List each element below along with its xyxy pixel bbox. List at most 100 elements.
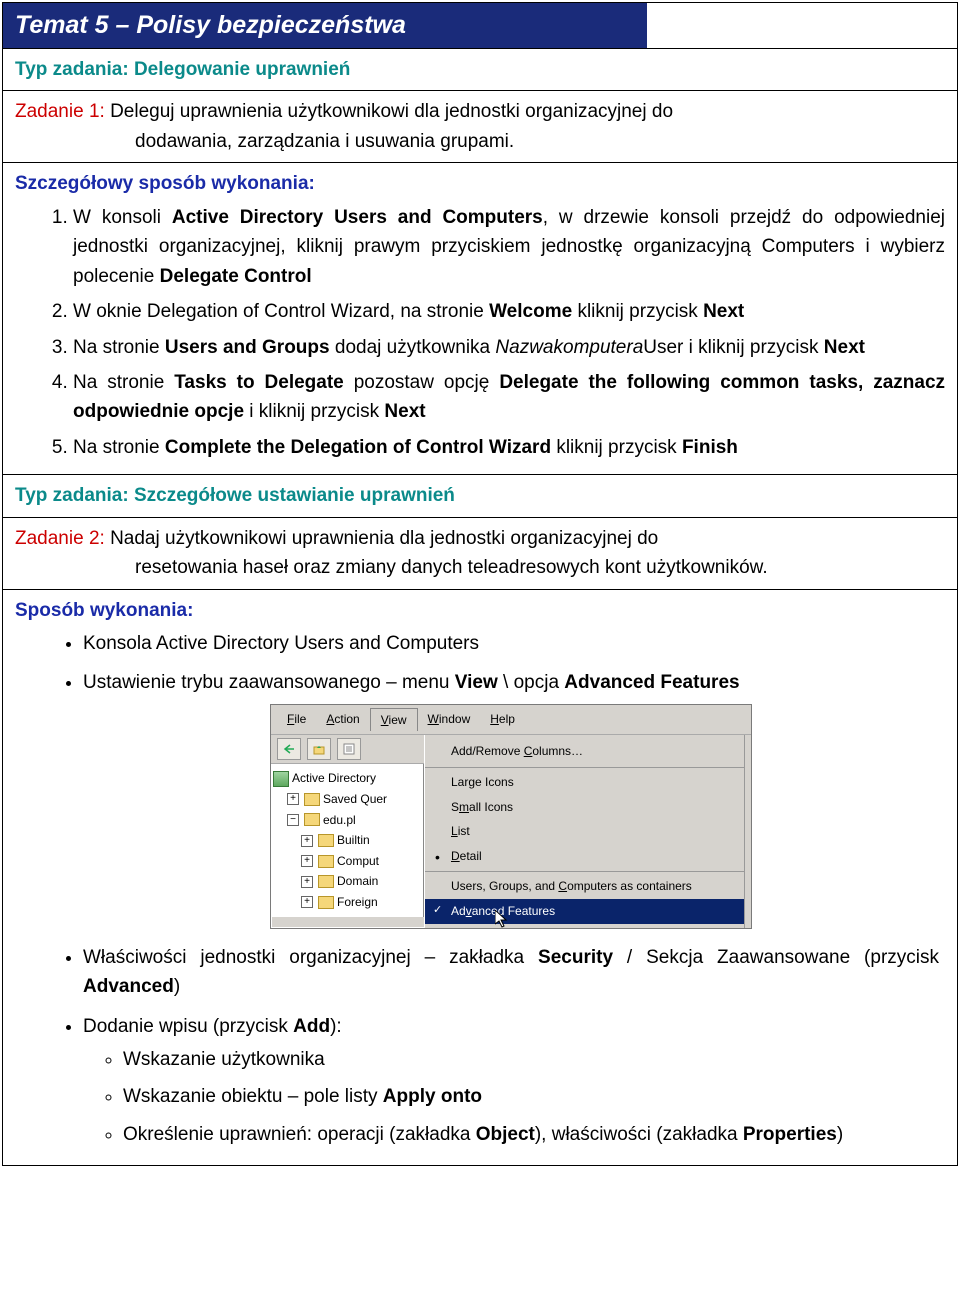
menubar: File Action View Window Help <box>271 705 751 736</box>
tree-pane: Active Directory +Saved Quer −edu.pl +Bu… <box>271 764 424 916</box>
bullet-2: Ustawienie trybu zaawansowanego – menu V… <box>83 668 945 928</box>
t: User i kliknij przycisk <box>643 337 824 358</box>
expand-icon[interactable]: + <box>301 835 313 847</box>
t: Advanced <box>83 976 174 997</box>
t: Finish <box>682 437 738 458</box>
menu-help[interactable]: Help <box>480 708 525 732</box>
menuitem-list[interactable]: List <box>425 819 744 844</box>
t: Nazwakomputera <box>495 337 643 358</box>
t: Apply onto <box>383 1086 482 1107</box>
steps-list-1: W konsoli Active Directory Users and Com… <box>15 203 945 463</box>
sub-list: Wskazanie użytkownika Wskazanie obiektu … <box>83 1045 939 1149</box>
folder-icon <box>304 793 320 806</box>
topic-header: Temat 5 – Polisy bezpieczeństwa <box>3 3 647 49</box>
t: Comput <box>337 852 379 871</box>
task-type-label: Typ zadania: <box>15 59 129 80</box>
t: Delegate Control <box>160 266 312 287</box>
menu-file[interactable]: File <box>277 708 316 732</box>
bullet-1: Konsola Active Directory Users and Compu… <box>83 629 945 658</box>
menu-view[interactable]: View <box>370 708 418 732</box>
sposob-label: Sposób wykonania: <box>15 596 945 625</box>
expand-icon[interactable]: + <box>301 876 313 888</box>
tree-edu[interactable]: −edu.pl <box>273 810 421 831</box>
folder-icon <box>304 813 320 826</box>
tree-saved[interactable]: +Saved Quer <box>273 789 421 810</box>
back-button[interactable] <box>277 738 301 760</box>
menuitem-addremove[interactable]: Add/Remove Columns… <box>425 739 744 764</box>
ad-screenshot: File Action View Window Help <box>270 704 752 929</box>
tree-foreign[interactable]: + Foreign <box>273 892 421 913</box>
menuitem-small[interactable]: Small Icons <box>425 795 744 820</box>
folder-up-icon <box>313 743 325 755</box>
folder-icon <box>318 875 334 888</box>
zadanie-1-row: Zadanie 1: Deleguj uprawnienia użytkowni… <box>3 91 957 163</box>
right-edge <box>744 735 751 927</box>
step-3: Na stronie Users and Groups dodaj użytko… <box>73 333 945 362</box>
menu-window[interactable]: Window <box>418 708 481 732</box>
sub-1: Wskazanie użytkownika <box>123 1045 939 1074</box>
zadanie1-label: Zadanie 1: <box>15 101 105 122</box>
sub-3: Określenie uprawnień: operacji (zakładka… <box>123 1120 939 1149</box>
task-type-2-row: Typ zadania: Szczegółowe ustawianie upra… <box>3 475 957 517</box>
document-table: Temat 5 – Polisy bezpieczeństwa Typ zada… <box>2 2 958 1166</box>
t: Dodanie wpisu (przycisk <box>83 1016 293 1037</box>
t: Ustawienie trybu zaawansowanego – menu <box>83 672 455 693</box>
tree-domain[interactable]: + Domain <box>273 871 421 892</box>
t: Active Directory <box>292 769 376 788</box>
task-type-value: Delegowanie uprawnień <box>134 59 350 80</box>
t: \ opcja <box>498 672 565 693</box>
expand-icon[interactable]: + <box>287 793 299 805</box>
t: pozostaw opcję <box>344 372 500 393</box>
t: Users and Groups <box>165 337 330 358</box>
t: dodaj użytkownika <box>330 337 496 358</box>
t: Advanced Features <box>564 672 739 693</box>
t: Wskazanie obiektu – pole listy <box>123 1086 383 1107</box>
step-1: W konsoli Active Directory Users and Com… <box>73 203 945 291</box>
menuitem-detail[interactable]: Detail <box>425 844 744 869</box>
expand-icon[interactable]: + <box>301 855 313 867</box>
bullet-3: Właściwości jednostki organizacyjnej – z… <box>83 943 945 1002</box>
task-type-label-2: Typ zadania: <box>15 485 129 506</box>
tree-comput[interactable]: + Comput <box>273 851 421 872</box>
t: ) <box>174 976 180 997</box>
t: Właściwości jednostki organizacyjnej – z… <box>83 947 538 968</box>
bullets-list-2: Konsola Active Directory Users and Compu… <box>15 629 945 1149</box>
step-2: W oknie Delegation of Control Wizard, na… <box>73 297 945 326</box>
tree-builtin[interactable]: +Builtin <box>273 830 421 851</box>
t: W konsoli <box>73 207 172 228</box>
menu-action[interactable]: Action <box>316 708 369 732</box>
t: Security <box>538 947 613 968</box>
toolbar <box>271 735 424 764</box>
t: W oknie Delegation of Control Wizard, na… <box>73 301 489 322</box>
arrow-left-icon <box>283 744 295 754</box>
t: Tasks to Delegate <box>174 372 344 393</box>
task-type-1-row: Typ zadania: Delegowanie uprawnień <box>3 49 957 91</box>
t: Na stronie <box>73 337 165 358</box>
t: Welcome <box>489 301 572 322</box>
menuitem-containers[interactable]: Users, Groups, and Computers as containe… <box>425 871 744 899</box>
header-spacer <box>647 3 957 49</box>
sub-2: Wskazanie obiektu – pole listy Apply ont… <box>123 1082 939 1111</box>
t: / Sekcja Zaawansowane (przycisk <box>613 947 939 968</box>
task-type-value-2: Szczegółowe ustawianie uprawnień <box>134 485 455 506</box>
menuitem-advanced[interactable]: Advanced Features <box>425 899 744 924</box>
zadanie-2-row: Zadanie 2: Nadaj użytkownikowi uprawnien… <box>3 518 957 590</box>
up-button[interactable] <box>307 738 331 760</box>
ad-root-icon <box>273 771 289 787</box>
t: Object <box>476 1124 535 1145</box>
t: kliknij przycisk <box>572 301 703 322</box>
t: Foreign <box>337 893 378 912</box>
tree-root[interactable]: Active Directory <box>273 768 421 789</box>
szczegolowy-label: Szczegółowy sposób wykonania: <box>15 169 945 198</box>
t: Next <box>703 301 744 322</box>
zadanie2-desc1: Nadaj użytkownikowi uprawnienia dla jedn… <box>110 528 658 549</box>
sposob-row: Sposób wykonania: Konsola Active Directo… <box>3 590 957 1166</box>
t: Complete the Delegation of Control Wizar… <box>165 437 551 458</box>
t: ) <box>837 1124 843 1145</box>
collapse-icon[interactable]: − <box>287 814 299 826</box>
t: Active Directory Users and Computers <box>172 207 543 228</box>
expand-icon[interactable]: + <box>301 896 313 908</box>
menuitem-large[interactable]: Large Icons <box>425 767 744 795</box>
t: Domain <box>337 872 378 891</box>
props-button[interactable] <box>337 738 361 760</box>
